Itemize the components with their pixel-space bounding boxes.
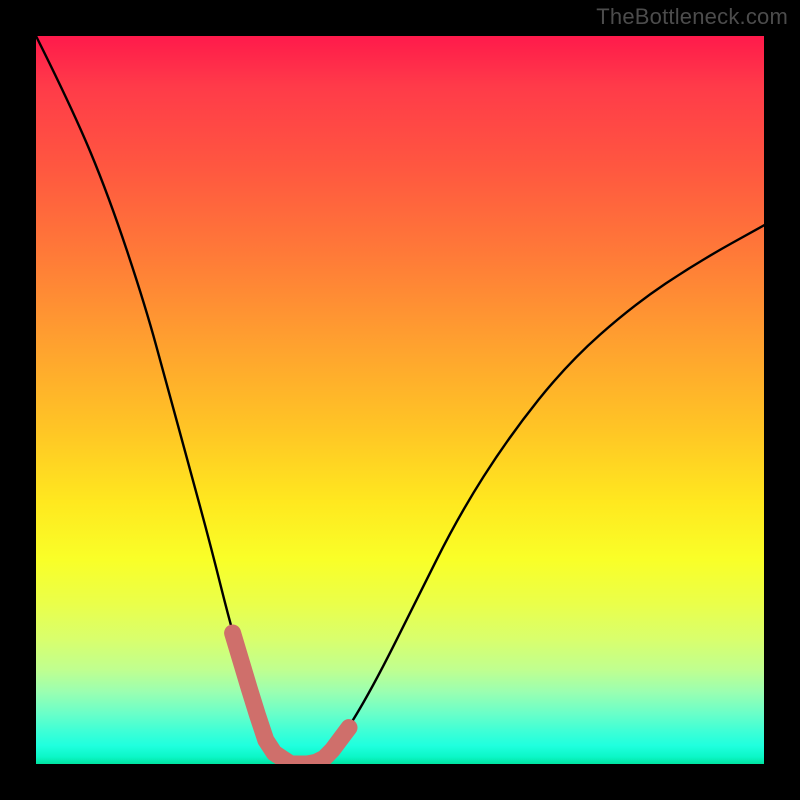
bottleneck-curve <box>36 36 764 764</box>
chart-frame: TheBottleneck.com <box>0 0 800 800</box>
plot-area <box>36 36 764 764</box>
optimal-zone-marker <box>233 633 349 764</box>
watermark-text: TheBottleneck.com <box>596 4 788 30</box>
curve-layer <box>36 36 764 764</box>
